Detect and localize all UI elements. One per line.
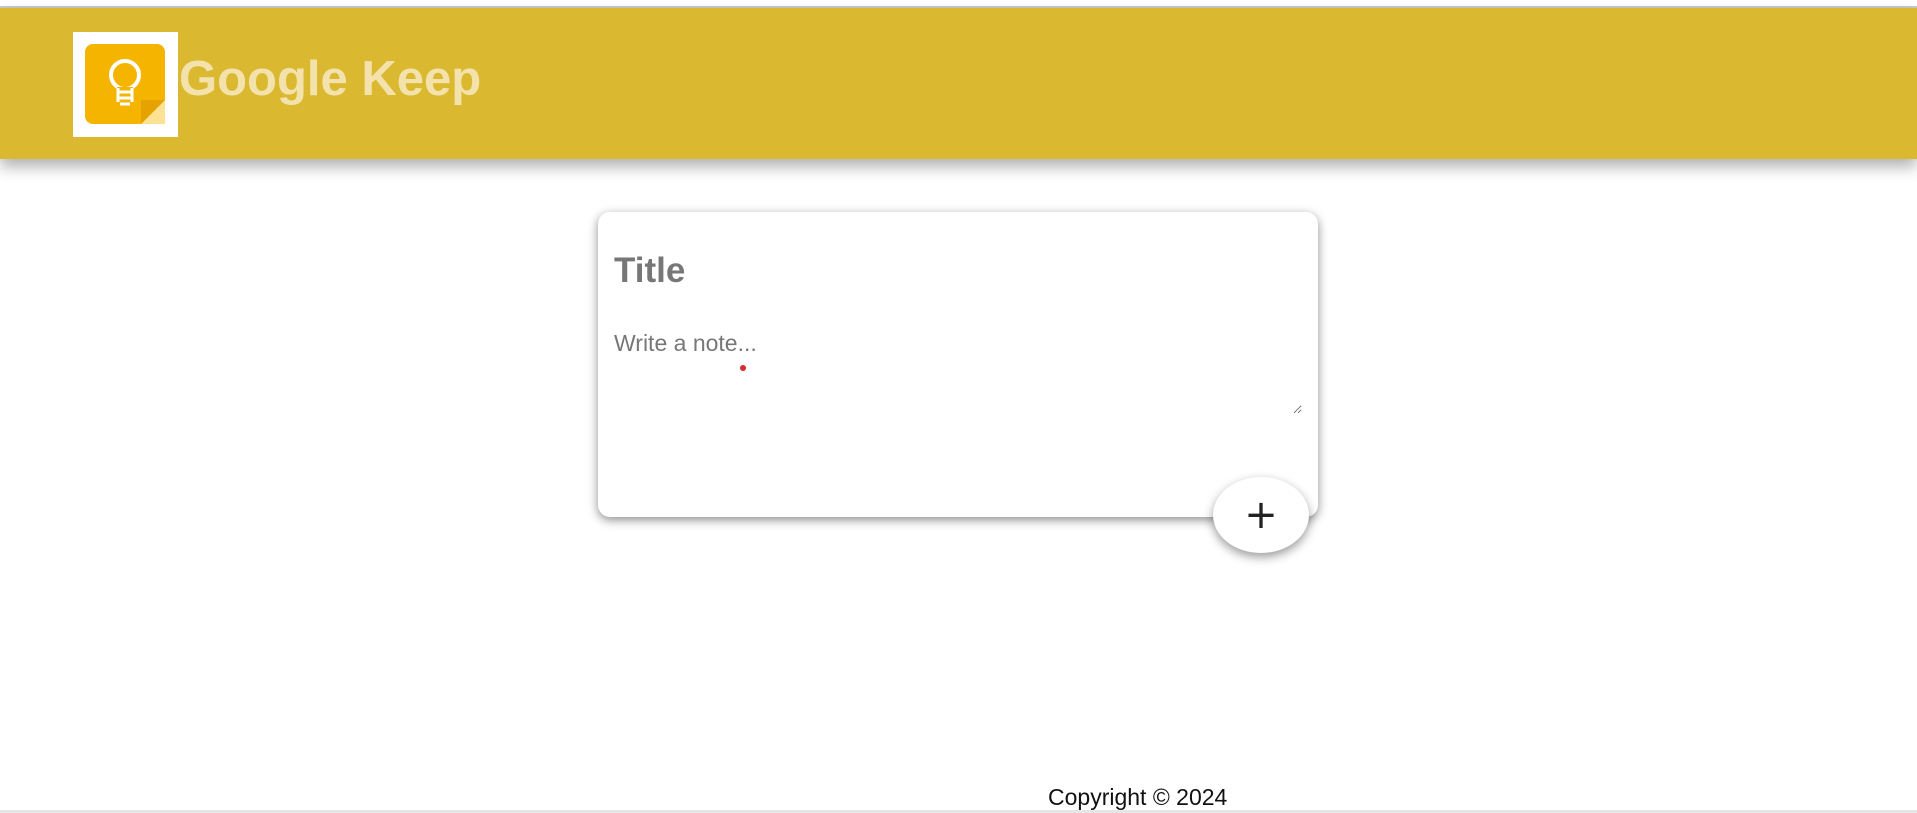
plus-icon: +	[1244, 492, 1278, 538]
window-top-border	[0, 0, 1917, 8]
page-footer	[0, 783, 1917, 813]
add-note-button[interactable]: +	[1213, 477, 1309, 553]
app-header: Google Keep	[0, 8, 1917, 159]
cursor-indicator	[740, 365, 746, 371]
copyright-text: Copyright © 2024	[1048, 784, 1228, 810]
app-title: Google Keep	[179, 52, 482, 106]
note-content-textarea[interactable]	[614, 330, 1302, 414]
note-title-input[interactable]	[614, 246, 1294, 296]
create-note-form	[598, 212, 1318, 517]
google-keep-logo-icon	[73, 32, 178, 137]
